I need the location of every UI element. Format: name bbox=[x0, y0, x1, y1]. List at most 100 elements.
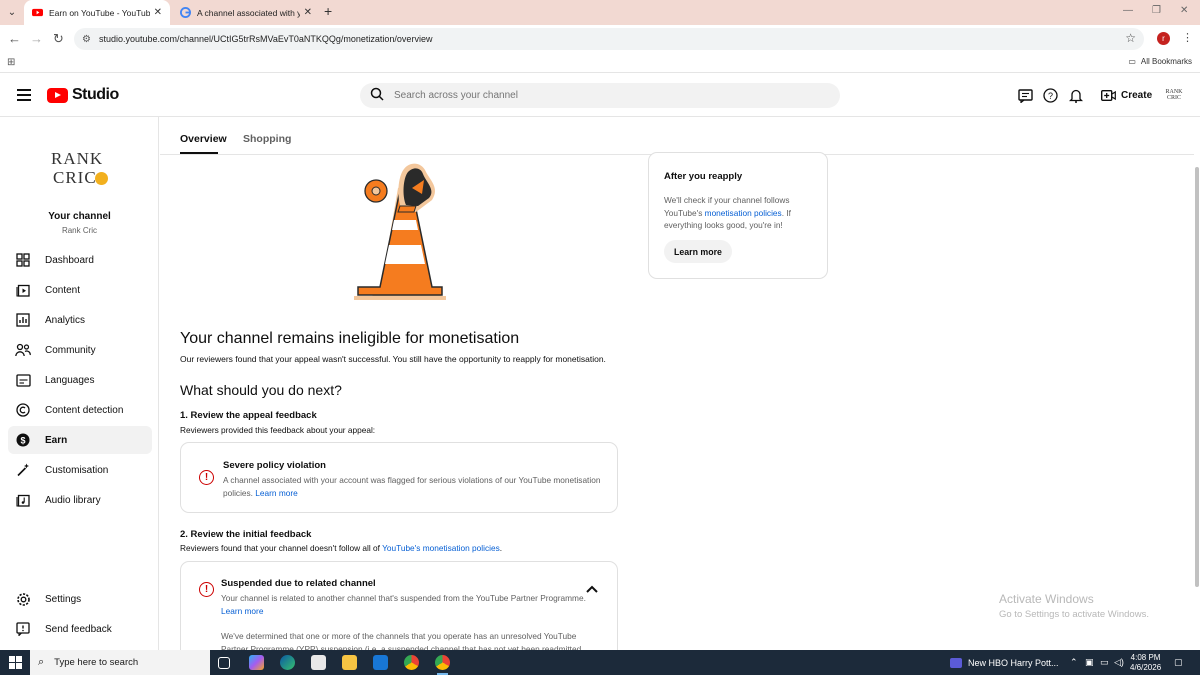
new-tab-button[interactable]: + bbox=[324, 3, 332, 19]
sidebar-item-earn[interactable]: $ Earn bbox=[8, 426, 152, 454]
taskbar-search[interactable]: ⌕ Type here to search bbox=[30, 650, 210, 675]
close-tab-icon[interactable]: ✕ bbox=[304, 7, 312, 18]
tab-title: A channel associated with your bbox=[197, 7, 300, 18]
search-input[interactable] bbox=[394, 90, 814, 101]
notifications-bell-icon[interactable] bbox=[1067, 87, 1084, 104]
activate-subtitle: Go to Settings to activate Windows. bbox=[999, 609, 1149, 620]
chrome-active-icon[interactable] bbox=[435, 655, 450, 675]
step2-title: 2. Review the initial feedback bbox=[180, 529, 312, 540]
network-icon[interactable]: ▭ bbox=[1100, 657, 1109, 668]
back-icon[interactable]: ← bbox=[8, 31, 21, 46]
sidebar-item-label: Settings bbox=[45, 593, 82, 605]
studio-logo[interactable]: Studio bbox=[47, 86, 119, 104]
window-close-icon[interactable]: ✕ bbox=[1180, 5, 1188, 16]
browser-toolbar: ← → ↻ ⚙ studio.youtube.com/channel/UCtIG… bbox=[0, 25, 1200, 53]
svg-text:$: $ bbox=[20, 435, 25, 445]
step2-desc-prefix: Reviewers found that your channel doesn'… bbox=[180, 543, 383, 553]
volume-icon[interactable]: ◁) bbox=[1114, 657, 1124, 668]
close-tab-icon[interactable]: ✕ bbox=[154, 7, 162, 18]
minimize-icon[interactable]: — bbox=[1123, 5, 1133, 16]
sidebar-item-analytics[interactable]: Analytics bbox=[8, 306, 152, 334]
tab-shopping[interactable]: Shopping bbox=[243, 133, 291, 145]
clock-date: 4/6/2026 bbox=[1130, 663, 1162, 672]
learn-more-button[interactable]: Learn more bbox=[664, 240, 732, 263]
search-icon[interactable] bbox=[370, 87, 384, 104]
ineligible-subtext: Our reviewers found that your appeal was… bbox=[180, 354, 606, 364]
gear-icon bbox=[15, 591, 31, 607]
restore-icon[interactable]: ❐ bbox=[1152, 5, 1161, 16]
task-view-icon[interactable] bbox=[218, 657, 230, 669]
learn-more-link[interactable]: Learn more bbox=[221, 606, 263, 616]
chrome-icon[interactable] bbox=[404, 655, 419, 670]
your-channel-label: Your channel bbox=[48, 211, 111, 222]
suspension-text: Your channel is related to another chann… bbox=[221, 593, 586, 603]
learn-more-link[interactable]: Learn more bbox=[255, 488, 297, 498]
taskbar-search-placeholder: Type here to search bbox=[54, 657, 139, 668]
sidebar-item-community[interactable]: Community bbox=[8, 336, 152, 364]
wand-icon bbox=[15, 462, 31, 478]
forward-icon[interactable]: → bbox=[30, 31, 43, 46]
system-clock[interactable]: 4:08 PM 4/6/2026 bbox=[1130, 653, 1161, 673]
account-avatar[interactable]: RANK CRIC bbox=[1163, 85, 1185, 107]
sidebar-item-audio-library[interactable]: Audio library bbox=[8, 486, 152, 514]
sidebar-item-content[interactable]: Content bbox=[8, 276, 152, 304]
channel-search[interactable] bbox=[360, 83, 840, 108]
monetisation-policies-link[interactable]: YouTube's monetisation policies bbox=[382, 543, 500, 553]
chevron-up-icon[interactable]: ⌃ bbox=[1070, 657, 1078, 668]
site-info-icon[interactable]: ⚙ bbox=[82, 34, 91, 45]
copilot-icon[interactable] bbox=[249, 655, 264, 670]
sidebar-item-label: Community bbox=[45, 344, 96, 356]
edge-icon[interactable] bbox=[280, 655, 295, 670]
channel-avatar[interactable]: RANK CRIC bbox=[49, 147, 113, 193]
store-icon[interactable] bbox=[311, 655, 326, 670]
address-bar[interactable]: ⚙ studio.youtube.com/channel/UCtIG5trRsM… bbox=[74, 28, 1144, 50]
reload-icon[interactable]: ↻ bbox=[53, 31, 64, 47]
all-bookmarks-button[interactable]: ▭ All Bookmarks bbox=[1128, 57, 1192, 66]
chevron-up-icon[interactable] bbox=[586, 582, 598, 596]
youtube-icon bbox=[32, 8, 43, 17]
profile-avatar[interactable]: r bbox=[1157, 32, 1170, 45]
windows-start-icon[interactable] bbox=[9, 656, 22, 669]
languages-icon bbox=[15, 372, 31, 388]
sidebar-item-customisation[interactable]: Customisation bbox=[8, 456, 152, 484]
audio-library-icon bbox=[15, 492, 31, 508]
content-icon bbox=[15, 282, 31, 298]
page-scrollbar[interactable] bbox=[1194, 117, 1200, 650]
scrollbar-thumb[interactable] bbox=[1195, 167, 1199, 587]
help-icon[interactable]: ? bbox=[1042, 87, 1059, 104]
news-text: New HBO Harry Pott... bbox=[968, 657, 1059, 668]
activate-windows-watermark: Activate Windows Go to Settings to activ… bbox=[999, 592, 1149, 620]
ineligible-heading: Your channel remains ineligible for mone… bbox=[180, 330, 520, 347]
bookmark-star-icon[interactable]: ☆ bbox=[1125, 31, 1136, 45]
sidebar-item-languages[interactable]: Languages bbox=[8, 366, 152, 394]
step1-title: 1. Review the appeal feedback bbox=[180, 410, 317, 421]
browser-menu-icon[interactable]: ⋮ bbox=[1182, 31, 1193, 44]
channel-logo-line1: RANK bbox=[51, 149, 104, 168]
suspension-title: Suspended due to related channel bbox=[221, 578, 376, 589]
apps-grid-icon[interactable]: ⊞ bbox=[7, 57, 15, 68]
create-button[interactable]: Create bbox=[1093, 84, 1160, 107]
meet-now-icon[interactable]: ▣ bbox=[1085, 657, 1094, 668]
browser-tab-earn[interactable]: Earn on YouTube - YouTube Stu ✕ bbox=[24, 0, 170, 25]
file-explorer-icon[interactable] bbox=[342, 655, 357, 670]
mail-icon[interactable] bbox=[373, 655, 388, 670]
messages-icon[interactable] bbox=[1017, 87, 1034, 104]
sidebar-item-label: Send feedback bbox=[45, 623, 112, 635]
suspension-card: ! Suspended due to related channel Your … bbox=[180, 561, 618, 650]
sidebar-item-settings[interactable]: Settings bbox=[8, 585, 152, 613]
sidebar-item-send-feedback[interactable]: Send feedback bbox=[8, 615, 152, 643]
tab-search-button[interactable]: ⌄ bbox=[4, 4, 20, 20]
news-widget[interactable]: New HBO Harry Pott... bbox=[950, 650, 1059, 675]
studio-header: Studio ? Create RANK CRIC bbox=[0, 75, 1200, 117]
error-icon: ! bbox=[199, 582, 214, 597]
bookmarks-bar: ⊞ ▭ All Bookmarks bbox=[0, 53, 1200, 73]
sidebar-item-content-detection[interactable]: Content detection bbox=[8, 396, 152, 424]
tab-overview[interactable]: Overview bbox=[180, 133, 227, 145]
monetisation-policies-link[interactable]: monetisation policies bbox=[705, 208, 782, 218]
step2-desc: Reviewers found that your channel doesn'… bbox=[180, 543, 502, 553]
notification-center-icon[interactable]: ▢ bbox=[1174, 657, 1183, 668]
sidebar-item-dashboard[interactable]: Dashboard bbox=[8, 246, 152, 274]
hamburger-menu-icon[interactable] bbox=[17, 89, 31, 101]
copyright-icon bbox=[15, 402, 31, 418]
browser-tab-associated[interactable]: A channel associated with your ✕ bbox=[172, 0, 320, 25]
